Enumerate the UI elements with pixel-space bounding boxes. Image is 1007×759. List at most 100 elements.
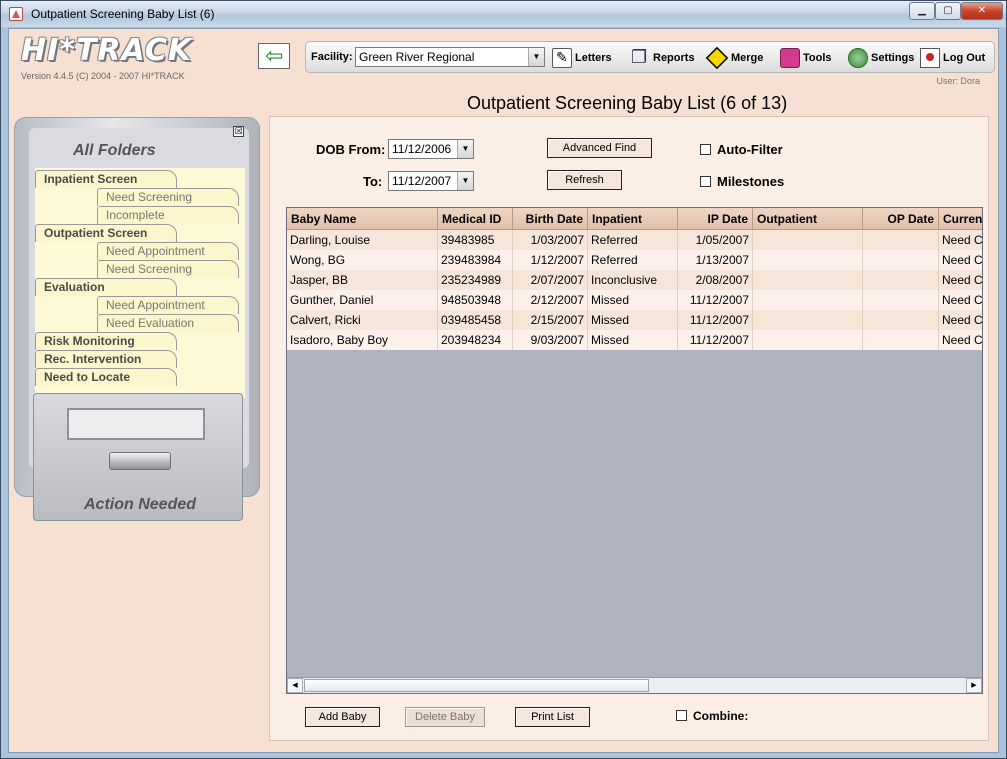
cell-op-date — [863, 310, 939, 330]
all-folders-title: All Folders — [73, 142, 156, 159]
chevron-down-icon[interactable]: ▼ — [457, 140, 473, 158]
logout-button[interactable]: Log Out — [920, 47, 985, 69]
folder-inpatient-screen[interactable]: Inpatient Screen — [35, 170, 177, 188]
cell-current: Need C — [939, 230, 982, 250]
cell-outpatient — [753, 250, 863, 270]
settings-label: Settings — [871, 52, 915, 64]
auto-filter-checkbox[interactable] — [700, 144, 711, 155]
folder-need-to-locate[interactable]: Need to Locate — [35, 368, 177, 386]
cell-birth-date: 9/03/2007 — [513, 330, 588, 350]
table-row[interactable]: Isadoro, Baby Boy 203948234 9/03/2007 Misse… — [287, 330, 982, 350]
settings-button[interactable]: Settings — [848, 47, 914, 69]
table-row[interactable]: Wong, BG 239483984 1/12/2007 Referred 1/13/2… — [287, 250, 982, 270]
cell-birth-date: 2/12/2007 — [513, 290, 588, 310]
scroll-right-icon[interactable]: ▶ — [966, 678, 982, 693]
combine-label: Combine: — [693, 709, 749, 723]
col-outpatient[interactable]: Outpatient — [753, 208, 863, 230]
add-baby-button[interactable]: Add Baby — [305, 707, 380, 727]
table-row[interactable]: Jasper, BB 235234989 2/07/2007 Inconclusive… — [287, 270, 982, 290]
dob-to-value: 11/12/2007 — [392, 174, 452, 188]
subfolder-evaluation-need-appointment[interactable]: Need Appointment — [97, 296, 239, 314]
window-title: Outpatient Screening Baby List (6) — [31, 7, 215, 21]
table-row[interactable]: Darling, Louise 39483985 1/03/2007 Referred… — [287, 230, 982, 250]
chevron-down-icon[interactable]: ▼ — [528, 48, 544, 66]
version-text: Version 4.4.5 (C) 2004 - 2007 HI*TRACK — [21, 71, 185, 81]
hitrack-logo: HI*TRACK — [21, 33, 193, 68]
table-header: Baby Name Medical ID Birth Date Inpatien… — [287, 208, 982, 230]
print-list-button[interactable]: Print List — [515, 707, 590, 727]
milestones-checkbox[interactable] — [700, 176, 711, 187]
col-op-date[interactable]: OP Date — [863, 208, 939, 230]
dob-from-field[interactable]: 11/12/2006 ▼ — [388, 139, 474, 159]
maximize-button[interactable]: ▢ — [935, 2, 961, 20]
chevron-down-icon[interactable]: ▼ — [457, 172, 473, 190]
cell-medical-id: 203948234 — [438, 330, 513, 350]
col-medical-id[interactable]: Medical ID — [438, 208, 513, 230]
advanced-find-button[interactable]: Advanced Find — [547, 138, 652, 158]
tools-button[interactable]: Tools — [780, 47, 832, 69]
folder-rec-intervention[interactable]: Rec. Intervention — [35, 350, 177, 368]
scroll-left-icon[interactable]: ◀ — [287, 678, 303, 693]
col-inpatient[interactable]: Inpatient — [588, 208, 678, 230]
cell-ip-date: 1/05/2007 — [678, 230, 753, 250]
minimize-button[interactable]: ▁ — [909, 2, 935, 20]
cell-birth-date: 1/12/2007 — [513, 250, 588, 270]
facility-label: Facility: — [311, 51, 353, 63]
drawer-handle — [109, 452, 171, 470]
subfolder-outpatient-need-screening[interactable]: Need Screening — [97, 260, 239, 278]
folder-evaluation[interactable]: Evaluation — [35, 278, 177, 296]
drawer-label-plate — [67, 408, 205, 440]
facility-select[interactable]: Green River Regional ▼ — [355, 47, 545, 67]
cell-op-date — [863, 270, 939, 290]
cell-inpatient: Missed — [588, 330, 678, 350]
delete-baby-button[interactable]: Delete Baby — [405, 707, 485, 727]
close-panel-icon[interactable]: ☒ — [233, 126, 244, 137]
merge-button[interactable]: Merge — [705, 46, 764, 70]
col-current[interactable]: Curren — [939, 208, 982, 230]
action-needed-drawer[interactable]: Action Needed — [33, 393, 243, 521]
letters-button[interactable]: Letters — [552, 47, 612, 69]
settings-icon — [848, 48, 868, 68]
dob-to-label: To: — [363, 174, 383, 189]
toolbar: Facility: Green River Regional ▼ Letters… — [305, 41, 995, 73]
refresh-button[interactable]: Refresh — [547, 170, 622, 190]
cell-ip-date: 11/12/2007 — [678, 310, 753, 330]
back-arrow-icon[interactable] — [258, 43, 290, 69]
dob-to-field[interactable]: 11/12/2007 ▼ — [388, 171, 474, 191]
subfolder-inpatient-incomplete[interactable]: Incomplete — [97, 206, 239, 224]
scroll-thumb[interactable] — [304, 679, 649, 692]
merge-icon — [705, 46, 729, 70]
horizontal-scrollbar[interactable]: ◀ ▶ — [287, 677, 982, 693]
reports-button[interactable]: Reports — [630, 47, 695, 69]
table-row[interactable]: Gunther, Daniel 948503948 2/12/2007 Missed 1… — [287, 290, 982, 310]
table-row[interactable]: Calvert, Ricki 039485458 2/15/2007 Missed 11… — [287, 310, 982, 330]
logout-label: Log Out — [943, 52, 986, 64]
cell-medical-id: 239483984 — [438, 250, 513, 270]
cell-outpatient — [753, 230, 863, 250]
cell-inpatient: Missed — [588, 310, 678, 330]
cell-outpatient — [753, 330, 863, 350]
cell-outpatient — [753, 270, 863, 290]
folder-risk-monitoring[interactable]: Risk Monitoring — [35, 332, 177, 350]
cell-birth-date: 1/03/2007 — [513, 230, 588, 250]
subfolder-outpatient-need-appointment[interactable]: Need Appointment — [97, 242, 239, 260]
subfolder-inpatient-need-screening[interactable]: Need Screening — [97, 188, 239, 206]
cell-op-date — [863, 250, 939, 270]
subfolder-evaluation-need-evaluation[interactable]: Need Evaluation — [97, 314, 239, 332]
cell-baby-name: Gunther, Daniel — [287, 290, 438, 310]
combine-checkbox[interactable] — [676, 710, 687, 721]
col-baby-name[interactable]: Baby Name — [287, 208, 438, 230]
col-birth-date[interactable]: Birth Date — [513, 208, 588, 230]
cell-birth-date: 2/07/2007 — [513, 270, 588, 290]
folder-outpatient-screen[interactable]: Outpatient Screen — [35, 224, 177, 242]
baby-list-table[interactable]: Baby Name Medical ID Birth Date Inpatien… — [286, 207, 983, 694]
cell-current: Need C — [939, 270, 982, 290]
col-ip-date[interactable]: IP Date — [678, 208, 753, 230]
title-bar[interactable]: Outpatient Screening Baby List (6) ▁ ▢ ✕ — [1, 1, 1006, 27]
cell-birth-date: 2/15/2007 — [513, 310, 588, 330]
merge-label: Merge — [731, 52, 764, 64]
reports-label: Reports — [653, 52, 695, 64]
cell-current: Need C — [939, 250, 982, 270]
close-button[interactable]: ✕ — [961, 2, 1003, 20]
facility-value: Green River Regional — [359, 50, 475, 64]
